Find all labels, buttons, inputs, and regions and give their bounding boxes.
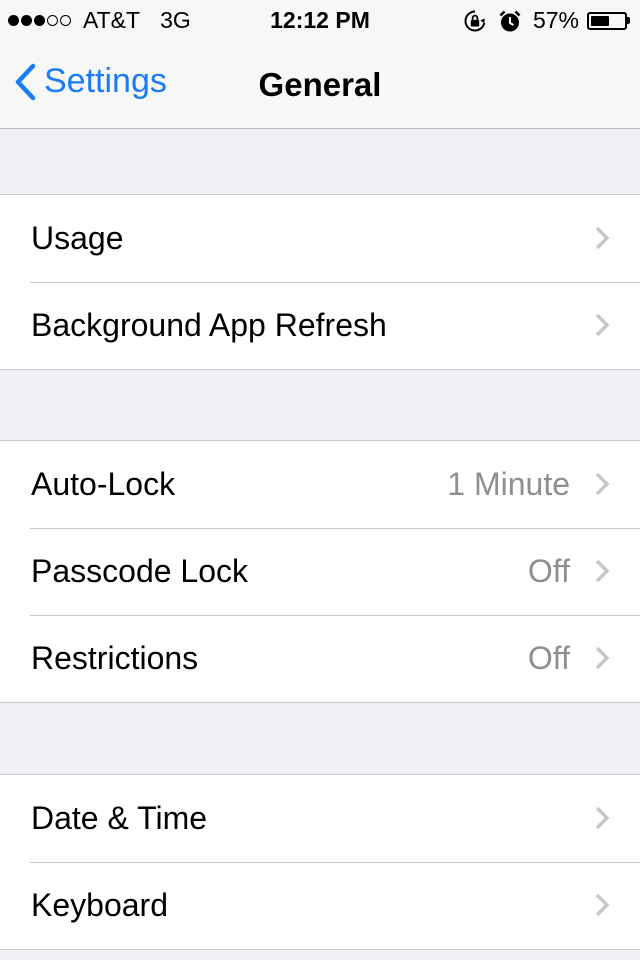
settings-group-date-keyboard: Date & Time Keyboard xyxy=(0,774,640,950)
row-value: 1 Minute xyxy=(447,466,570,502)
chevron-right-icon xyxy=(595,559,610,583)
battery-percent: 57% xyxy=(532,7,579,33)
page-title: General xyxy=(258,66,382,103)
battery-fill xyxy=(591,15,610,26)
row-auto-lock[interactable]: Auto-Lock 1 Minute xyxy=(0,441,640,528)
rotation-lock-icon xyxy=(464,10,486,31)
alarm-icon xyxy=(499,10,521,31)
top-bar: AT&T 3G 12:12 PM 57% Settings General xyxy=(0,0,640,129)
row-label: Restrictions xyxy=(31,640,199,676)
row-usage[interactable]: Usage xyxy=(0,195,640,282)
chevron-right-icon xyxy=(595,893,610,917)
row-label: Keyboard xyxy=(31,887,168,923)
row-label: Background App Refresh xyxy=(31,307,387,343)
navigation-bar: Settings General xyxy=(0,40,640,128)
row-value: Off xyxy=(527,553,570,589)
row-value: Off xyxy=(527,640,570,676)
row-passcode-lock[interactable]: Passcode Lock Off xyxy=(0,528,640,615)
row-label: Auto-Lock xyxy=(31,466,176,502)
chevron-right-icon xyxy=(595,226,610,250)
chevron-right-icon xyxy=(595,472,610,496)
battery-nub xyxy=(627,17,630,24)
settings-group-usage: Usage Background App Refresh xyxy=(0,194,640,370)
chevron-right-icon xyxy=(595,646,610,670)
status-right: 57% xyxy=(463,7,630,34)
settings-group-security: Auto-Lock 1 Minute Passcode Lock Off Res… xyxy=(0,440,640,703)
row-label: Passcode Lock xyxy=(31,553,249,589)
chevron-right-icon xyxy=(595,806,610,830)
row-date-time[interactable]: Date & Time xyxy=(0,775,640,862)
battery-body xyxy=(587,11,627,30)
row-background-app-refresh[interactable]: Background App Refresh xyxy=(0,282,640,369)
chevron-right-icon xyxy=(595,313,610,337)
row-restrictions[interactable]: Restrictions Off xyxy=(0,615,640,702)
battery-icon xyxy=(587,11,630,30)
row-label: Date & Time xyxy=(31,800,208,836)
row-label: Usage xyxy=(31,220,124,256)
row-keyboard[interactable]: Keyboard xyxy=(0,862,640,949)
status-bar: AT&T 3G 12:12 PM 57% xyxy=(0,0,640,40)
